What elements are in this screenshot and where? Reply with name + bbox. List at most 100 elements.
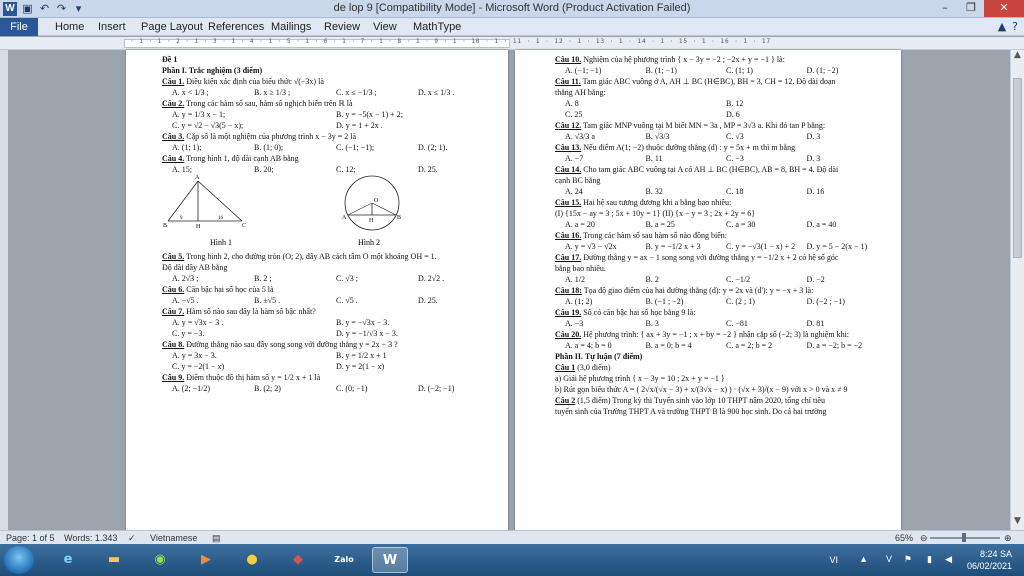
language[interactable]: Vietnamese — [150, 533, 197, 543]
question-text: Số có căn bậc hai số học bằng 9 là: — [581, 308, 696, 317]
vertical-scrollbar[interactable]: ▲ ▼ — [1010, 50, 1024, 530]
question-number: Câu 13. — [555, 143, 582, 152]
tab-review[interactable]: Review — [324, 18, 360, 36]
question-text: Điều kiện xác định của biểu thức √(−3x) … — [184, 77, 324, 86]
answer-option: D. 6 — [726, 110, 740, 119]
answer-option: D. 3 — [806, 154, 821, 163]
question-number: Câu 4. — [162, 154, 185, 163]
answer-option: C. 25 — [565, 110, 583, 119]
question-number: Câu 20. — [555, 330, 582, 339]
question-text: b) Rút gọn biểu thức A = ( 2√x/(√x − 3) … — [555, 385, 848, 394]
question-number: Câu 2 — [555, 396, 576, 405]
answer-option: C. −3 — [726, 154, 744, 163]
answer-option: B. 2 — [645, 275, 659, 284]
tab-page-layout[interactable]: Page Layout — [141, 18, 203, 36]
chevron-up-icon[interactable]: ▲ — [998, 20, 1006, 33]
fig1-label-16: 16 — [218, 216, 224, 221]
minimize-icon[interactable]: – — [932, 0, 958, 17]
question-number: Câu 2. — [162, 99, 185, 108]
proofing-icon[interactable]: ✓ — [128, 533, 136, 544]
media-player-icon[interactable]: ▶ — [188, 547, 224, 573]
title-bar: W ▣ ↶ ↷ ▾ de lop 9 [Compatibility Mode] … — [0, 0, 1024, 18]
answer-option: C. y = √2 − √3(5 − x); — [172, 121, 244, 130]
flag-icon[interactable]: ⚑ — [904, 554, 912, 565]
question-text: bằng bao nhiêu. — [555, 264, 606, 273]
zalo-icon[interactable]: Zalo — [326, 547, 362, 573]
question-line: Câu 13. Nếu điểm A(1; −2) thuộc đường th… — [555, 142, 887, 153]
zoom-level[interactable]: 65% — [895, 533, 913, 543]
question-line: Câu 14. Cho tam giác ABC vuông tại A có … — [555, 164, 887, 175]
tab-mathtype[interactable]: MathType — [413, 18, 461, 36]
answer-option: A. 15; — [172, 165, 192, 174]
question-line: Câu 15. Hai hệ sau tương đương khi a bằn… — [555, 197, 887, 208]
answer-option: B. 2 ; — [254, 274, 272, 283]
answer-option: C. y = −3. — [172, 329, 205, 338]
close-icon[interactable]: ✕ — [984, 0, 1024, 17]
answer-option: B. √3/3 — [645, 132, 670, 141]
answer-option: D. x ≤ 1/3 . — [418, 88, 455, 97]
antivirus-icon[interactable]: V — [886, 554, 892, 564]
answer-option: A. a = 4; b = 0 — [565, 341, 612, 350]
chrome-icon[interactable]: ● — [234, 547, 270, 573]
text-line: Độ dài dây AB bằng — [162, 262, 500, 273]
horizontal-ruler[interactable]: · 1 · 1 · 2 · 1 · 3 · 1 · 4 · 1 · 5 · 1 … — [0, 37, 1024, 50]
app-icon[interactable]: ◆ — [280, 547, 316, 573]
answer-option: C. −1/2 — [726, 275, 751, 284]
document-page-1[interactable]: Đề 1 Phần I. Trắc nghiệm (3 điểm) Câu 1. Đ… — [126, 50, 508, 530]
answer-option: B. y = −1/2 x + 3 — [645, 242, 701, 251]
scrollbar-thumb[interactable] — [1013, 78, 1022, 258]
network-icon[interactable]: ▮ — [927, 554, 932, 565]
macro-icon[interactable]: ▤ — [212, 533, 221, 544]
answer-option: B. y = −√3x − 3. — [336, 318, 390, 327]
question-number: Câu 5. — [162, 252, 185, 261]
question-line: Câu 18: Tọa độ giao điểm của hai đường t… — [555, 285, 887, 296]
answer-option: D. y = 1 + 2x . — [336, 121, 383, 130]
start-button[interactable] — [4, 546, 34, 574]
word-icon[interactable]: W — [372, 547, 408, 573]
answer-option: B. 32 — [645, 187, 663, 196]
question-number: Câu 18: — [555, 286, 582, 295]
answer-options: A. 1/2 B. 2 C. −1/2 D. −2 — [555, 274, 887, 285]
tab-insert[interactable]: Insert — [98, 18, 126, 36]
question-line: Câu 7. Hàm số nào sau đây là hàm số bậc … — [162, 306, 500, 317]
answer-options: A. 24 B. 32 C. 18 D. 16 — [555, 186, 887, 197]
question-number: Câu 1 — [555, 363, 576, 372]
internet-explorer-icon[interactable]: e — [50, 547, 86, 573]
vertical-ruler — [0, 50, 8, 530]
document-page-2[interactable]: Câu 10. Nghiệm của hệ phương trình { x −… — [515, 50, 901, 530]
answer-option: C. a = 30 — [726, 220, 756, 229]
volume-icon[interactable]: ◀ — [945, 554, 952, 565]
tab-references[interactable]: References — [208, 18, 264, 36]
help-icon[interactable]: ? — [1012, 20, 1018, 33]
ribbon-right-controls: ▲ ? — [998, 20, 1018, 33]
answer-option: A. y = 3x − 3. — [172, 351, 217, 360]
question-line: Câu 6. Căn bậc hai số học của 5 là — [162, 284, 500, 295]
question-number: Câu 8. — [162, 340, 185, 349]
tab-view[interactable]: View — [373, 18, 397, 36]
page-count[interactable]: Page: 1 of 5 — [6, 533, 55, 543]
scroll-up-icon[interactable]: ▲ — [1011, 50, 1024, 60]
tab-mailings[interactable]: Mailings — [271, 18, 311, 36]
answer-option: C. y = −√3(1 − x) + 2 — [726, 242, 796, 251]
zoom-out-icon[interactable]: ⊖ — [920, 533, 928, 544]
file-explorer-icon[interactable]: ▬ — [96, 547, 132, 573]
maximize-icon[interactable]: ❐ — [958, 0, 984, 17]
answer-option: C. −81 — [726, 319, 748, 328]
clock-time[interactable]: 8:24 SA — [980, 549, 1012, 559]
tray-up-icon[interactable]: ▲ — [859, 554, 868, 564]
tab-home[interactable]: Home — [55, 18, 84, 36]
text-line: Phần I. Trắc nghiệm (3 điểm) — [162, 65, 500, 76]
tab-file[interactable]: File — [0, 18, 38, 36]
winamp-icon[interactable]: ◉ — [142, 547, 178, 573]
question-number: Câu 7. — [162, 307, 185, 316]
answer-option: C. (1; 1) — [726, 66, 753, 75]
language-indicator[interactable]: VI — [829, 555, 838, 565]
zoom-slider-knob[interactable] — [962, 533, 966, 542]
zoom-in-icon[interactable]: ⊕ — [1004, 533, 1012, 544]
question-line: Câu 9. Điểm thuộc đồ thị hàm số y = 1/2 … — [162, 372, 500, 383]
text-line: b) Rút gọn biểu thức A = ( 2√x/(√x − 3) … — [555, 384, 887, 395]
clock-date[interactable]: 06/02/2021 — [967, 561, 1012, 571]
word-count[interactable]: Words: 1.343 — [64, 533, 117, 543]
answer-option: D. −2 — [806, 275, 825, 284]
scroll-down-icon[interactable]: ▼ — [1011, 516, 1024, 526]
